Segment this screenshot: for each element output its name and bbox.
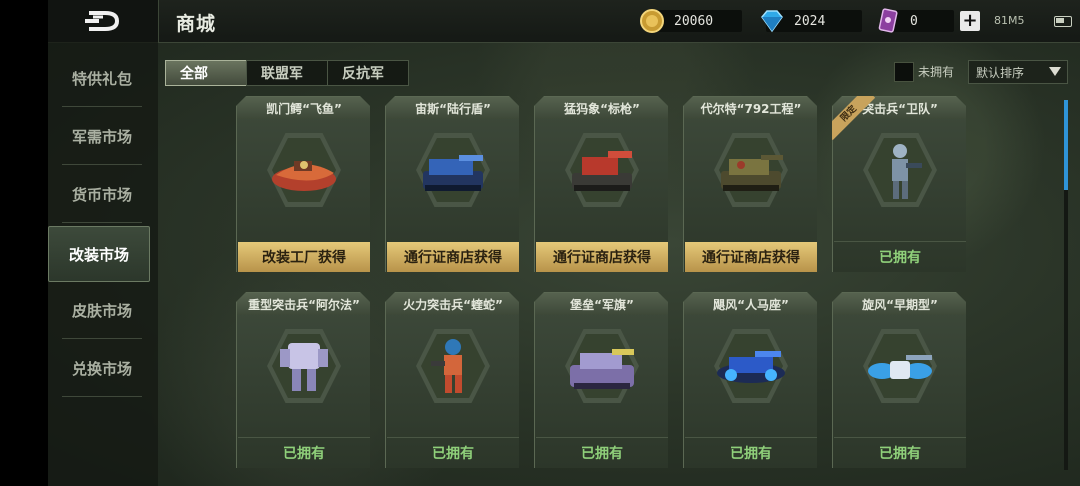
item-card[interactable]: 宙斯“陆行盾” 通行证商店获得 [385, 96, 519, 272]
item-card[interactable]: 突击兵“卫队” 限定 已拥有 [832, 96, 966, 272]
ticket-counter[interactable]: 0 [878, 8, 954, 33]
item-name: 飓风“人马座” [684, 293, 817, 315]
sidebar-item-supply-market[interactable]: 军需市场 [62, 108, 142, 165]
sidebar: 特供礼包 军需市场 货币市场 改装市场 皮肤市场 兑换市场 [48, 42, 158, 486]
plus-icon: + [962, 10, 978, 31]
item-name: 凯门鳄“飞鱼” [237, 97, 370, 119]
item-card[interactable]: 代尔特“792工程” 通行证商店获得 [683, 96, 817, 272]
item-card[interactable]: 飓风“人马座” 已拥有 [683, 292, 817, 468]
not-owned-checkbox[interactable] [894, 62, 914, 82]
not-owned-label: 未拥有 [918, 65, 955, 79]
sidebar-item-exchange-market[interactable]: 兑换市场 [62, 340, 142, 397]
owned-status: 已拥有 [387, 437, 519, 468]
chevron-down-icon [1049, 67, 1061, 76]
mech-unit-icon [280, 343, 328, 391]
obtain-button[interactable]: 通行证商店获得 [387, 242, 519, 272]
ticket-value: 0 [910, 13, 918, 29]
obtain-button[interactable]: 通行证商店获得 [685, 242, 817, 272]
item-card[interactable]: 旋风“早期型” 已拥有 [832, 292, 966, 468]
sidebar-item-special-pack[interactable]: 特供礼包 [62, 50, 142, 107]
trooper-unit-icon [431, 339, 462, 393]
owned-status: 已拥有 [536, 437, 668, 468]
sort-value: 默认排序 [976, 65, 1025, 80]
item-name: 火力突击兵“蝰蛇” [386, 293, 519, 315]
diamond-value: 2024 [794, 13, 826, 29]
item-card[interactable]: 火力突击兵“蝰蛇” 已拥有 [385, 292, 519, 468]
item-card[interactable]: 堡垒“军旗” 已拥有 [534, 292, 668, 468]
scrollbar-thumb[interactable] [1064, 100, 1068, 190]
add-currency-button[interactable]: + [960, 11, 980, 31]
sidebar-item-currency-market[interactable]: 货币市场 [62, 166, 142, 223]
ticket-card-icon [878, 8, 898, 33]
tab-resistance[interactable]: 反抗军 [327, 60, 409, 86]
sidebar-item-skin-market[interactable]: 皮肤市场 [62, 282, 142, 339]
obtain-button[interactable]: 通行证商店获得 [536, 242, 668, 272]
boat-unit-icon [272, 161, 336, 191]
battery-icon [1054, 16, 1072, 27]
owned-status: 已拥有 [834, 437, 966, 468]
diamond-icon [761, 10, 783, 33]
scrollbar[interactable] [1064, 100, 1068, 470]
tab-alliance[interactable]: 联盟军 [246, 60, 328, 86]
fortress-unit-icon [570, 349, 634, 389]
gold-value: 20060 [674, 13, 714, 29]
owned-status: 已拥有 [834, 241, 966, 272]
obtain-button[interactable]: 改装工厂获得 [238, 242, 370, 272]
gold-coin-icon [640, 9, 664, 33]
tank-red-unit-icon [572, 151, 632, 191]
item-card[interactable]: 猛犸象“标枪” 通行证商店获得 [534, 96, 668, 272]
tank-camo-unit-icon [721, 155, 783, 191]
top-bar: 商城 20060 2024 0 + 81M5 [48, 0, 1080, 43]
owned-status: 已拥有 [238, 437, 370, 468]
item-name: 代尔特“792工程” [684, 97, 817, 119]
diamond-counter[interactable]: 2024 [761, 10, 862, 33]
page-title: 商城 [176, 13, 217, 35]
drone-unit-icon [868, 355, 932, 379]
sort-dropdown[interactable]: 默认排序 [968, 60, 1068, 84]
item-card[interactable]: 重型突击兵“阿尔法” 已拥有 [236, 292, 370, 468]
item-name: 旋风“早期型” [833, 293, 966, 315]
owned-status: 已拥有 [685, 437, 817, 468]
network-status: 81M5 [994, 14, 1025, 27]
item-name: 猛犸象“标枪” [535, 97, 668, 119]
item-name: 宙斯“陆行盾” [386, 97, 519, 119]
game-screen: 商城 20060 2024 0 + 81M5 特供礼包 军需市场 货币市场 改装… [48, 0, 1080, 486]
item-name: 堡垒“军旗” [535, 293, 668, 315]
sidebar-item-modification-market[interactable]: 改装市场 [48, 226, 150, 282]
hover-unit-icon [717, 351, 785, 383]
soldier-unit-icon [892, 144, 922, 199]
back-button[interactable] [48, 0, 159, 42]
item-card[interactable]: 凯门鳄“飞鱼” 改装工厂获得 [236, 96, 370, 272]
item-name: 重型突击兵“阿尔法” [237, 293, 370, 315]
gold-counter[interactable]: 20060 [640, 9, 742, 33]
tank-blue-unit-icon [423, 155, 483, 191]
back-icon [85, 11, 120, 31]
tab-all[interactable]: 全部 [165, 60, 247, 86]
